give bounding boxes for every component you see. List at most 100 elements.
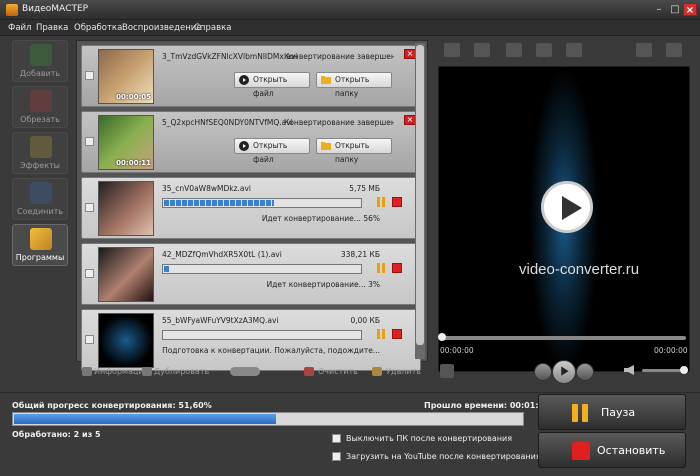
video-thumbnail — [98, 247, 154, 302]
total-progress-fill — [14, 414, 276, 424]
fullscreen-icon[interactable] — [666, 43, 682, 57]
video-effect-icon[interactable] — [536, 43, 552, 57]
list-item[interactable]: 35_cnV0aW8wMDkz.avi 5,75 МБ Идет конверт… — [81, 177, 421, 239]
maximize-button[interactable]: □ — [668, 3, 682, 16]
clear-button[interactable]: Очистить — [318, 367, 358, 376]
open-file-label: Открыть файл — [253, 141, 288, 164]
pause-icon[interactable] — [376, 263, 386, 273]
crop-icon[interactable] — [444, 43, 460, 57]
prev-frame-icon[interactable] — [534, 363, 552, 381]
pause-icon[interactable] — [376, 197, 386, 207]
sidebar-add-button[interactable]: Добавить — [12, 40, 68, 82]
item-checkbox[interactable] — [85, 269, 94, 278]
sidebar: Добавить Обрезать Эффекты Соединить Прог… — [8, 40, 68, 390]
sidebar-trim-label: Обрезать — [20, 115, 60, 124]
item-checkbox[interactable] — [85, 203, 94, 212]
seek-knob[interactable] — [438, 333, 446, 341]
view-toggle[interactable] — [230, 367, 260, 376]
play-button[interactable] — [552, 360, 576, 384]
open-file-label: Открыть файл — [253, 75, 288, 98]
delete-button[interactable]: Удалить — [386, 367, 421, 376]
trim-icon — [30, 90, 52, 112]
youtube-checkbox[interactable] — [332, 452, 341, 461]
video-thumbnail — [98, 313, 154, 368]
menu-playback[interactable]: Воспроизведение — [122, 23, 202, 33]
video-preview[interactable]: video-converter.ru — [438, 66, 690, 372]
snapshot-small-icon[interactable] — [440, 364, 454, 378]
item-checkbox[interactable] — [85, 137, 94, 146]
gif-icon[interactable] — [636, 43, 652, 57]
menu-edit[interactable]: Правка — [36, 23, 68, 33]
close-button[interactable]: × — [683, 3, 697, 16]
open-folder-button[interactable]: Открыть папку — [316, 138, 392, 164]
minimize-button[interactable]: – — [652, 3, 666, 16]
item-progress-bar — [162, 264, 362, 274]
list-scrollbar[interactable] — [415, 43, 425, 359]
play-icon — [561, 366, 569, 376]
open-file-button[interactable]: Открыть файл — [234, 138, 310, 164]
next-frame-icon[interactable] — [576, 363, 594, 381]
play-icon — [239, 75, 249, 85]
duplicate-button[interactable]: Дублировать — [154, 367, 209, 376]
item-duration: 00:00:11 — [116, 159, 151, 167]
item-status: Конвертирование завершено — [284, 118, 394, 127]
duplicate-icon — [142, 367, 152, 376]
menu-file[interactable]: Файл — [8, 23, 31, 33]
stop-icon[interactable] — [392, 329, 402, 339]
list-item[interactable]: 00:00:11 5_Q2xpcHNfSEQ0NDY0NTVfMQ.avi Ко… — [81, 111, 421, 173]
stop-big-icon — [572, 442, 590, 460]
effects-icon — [30, 136, 52, 158]
scrollbar-thumb[interactable] — [416, 45, 424, 345]
open-folder-button[interactable]: Открыть папку — [316, 72, 392, 98]
item-filename: 55_bWFyaWFuYV9tXzA3MQ.avi — [162, 316, 279, 325]
sidebar-join-button[interactable]: Соединить — [12, 178, 68, 220]
sidebar-effects-button[interactable]: Эффекты — [12, 132, 68, 174]
window-title: ВидеоМАСТЕР — [22, 4, 89, 14]
sidebar-programs-label: Программы — [15, 253, 65, 262]
item-size: 0,00 КБ — [350, 316, 380, 325]
sidebar-trim-button[interactable]: Обрезать — [12, 86, 68, 128]
list-item[interactable]: 42_MDZfQmVhdXR5X0tL (1).avi 338,21 КБ Ид… — [81, 243, 421, 305]
list-item[interactable]: 55_bWFyaWFuYV9tXzA3MQ.avi 0,00 КБ Подгот… — [81, 309, 421, 371]
item-checkbox[interactable] — [85, 71, 94, 80]
processed-count: Обработано: 2 из 5 — [12, 430, 101, 439]
sidebar-effects-label: Эффекты — [20, 161, 60, 170]
sidebar-add-label: Добавить — [19, 69, 61, 78]
video-thumbnail: 00:00:11 — [98, 115, 154, 170]
stop-icon[interactable] — [392, 197, 402, 207]
sidebar-programs-button[interactable]: Программы — [12, 224, 68, 266]
info-button[interactable]: Информация — [94, 367, 148, 376]
clear-icon — [304, 367, 314, 376]
menu-help[interactable]: Справка — [194, 23, 231, 33]
item-checkbox[interactable] — [85, 335, 94, 344]
pause-label: Пауза — [601, 406, 636, 419]
snapshot-icon[interactable] — [474, 43, 490, 57]
preview-watermark: video-converter.ru — [519, 261, 640, 278]
shutdown-label: Выключить ПК после конвертирования — [346, 434, 513, 443]
volume-knob[interactable] — [680, 366, 688, 374]
menu-process[interactable]: Обработка — [74, 23, 122, 33]
file-list: 00:00:05 3_TmVzdGVkZFNlcXVlbmNlIDMx.avi … — [76, 40, 428, 371]
app-icon — [6, 4, 18, 16]
stop-button[interactable]: Остановить — [538, 432, 686, 468]
brightness-icon[interactable] — [506, 43, 522, 57]
pause-icon[interactable] — [376, 329, 386, 339]
preview-toolbar — [436, 40, 692, 62]
menu-bar: Файл Правка Обработка Воспроизведение Сп… — [0, 20, 700, 36]
speed-icon[interactable] — [566, 43, 582, 57]
stop-icon[interactable] — [392, 263, 402, 273]
volume-slider[interactable] — [642, 366, 688, 374]
current-time: 00:00:00 — [440, 346, 474, 355]
pause-button[interactable]: Пауза — [538, 394, 686, 430]
item-size: 5,75 МБ — [349, 184, 380, 193]
open-file-button[interactable]: Открыть файл — [234, 72, 310, 98]
list-item[interactable]: 00:00:05 3_TmVzdGVkZFNlcXVlbmNlIDMx.avi … — [81, 45, 421, 107]
folder-icon — [321, 142, 331, 150]
sidebar-join-label: Соединить — [17, 207, 63, 216]
video-thumbnail — [98, 181, 154, 236]
programs-icon — [30, 228, 52, 250]
shutdown-checkbox[interactable] — [332, 434, 341, 443]
seek-slider[interactable] — [438, 333, 686, 341]
item-status: Конвертирование завершено — [284, 52, 394, 61]
play-overlay-icon[interactable] — [541, 181, 593, 233]
